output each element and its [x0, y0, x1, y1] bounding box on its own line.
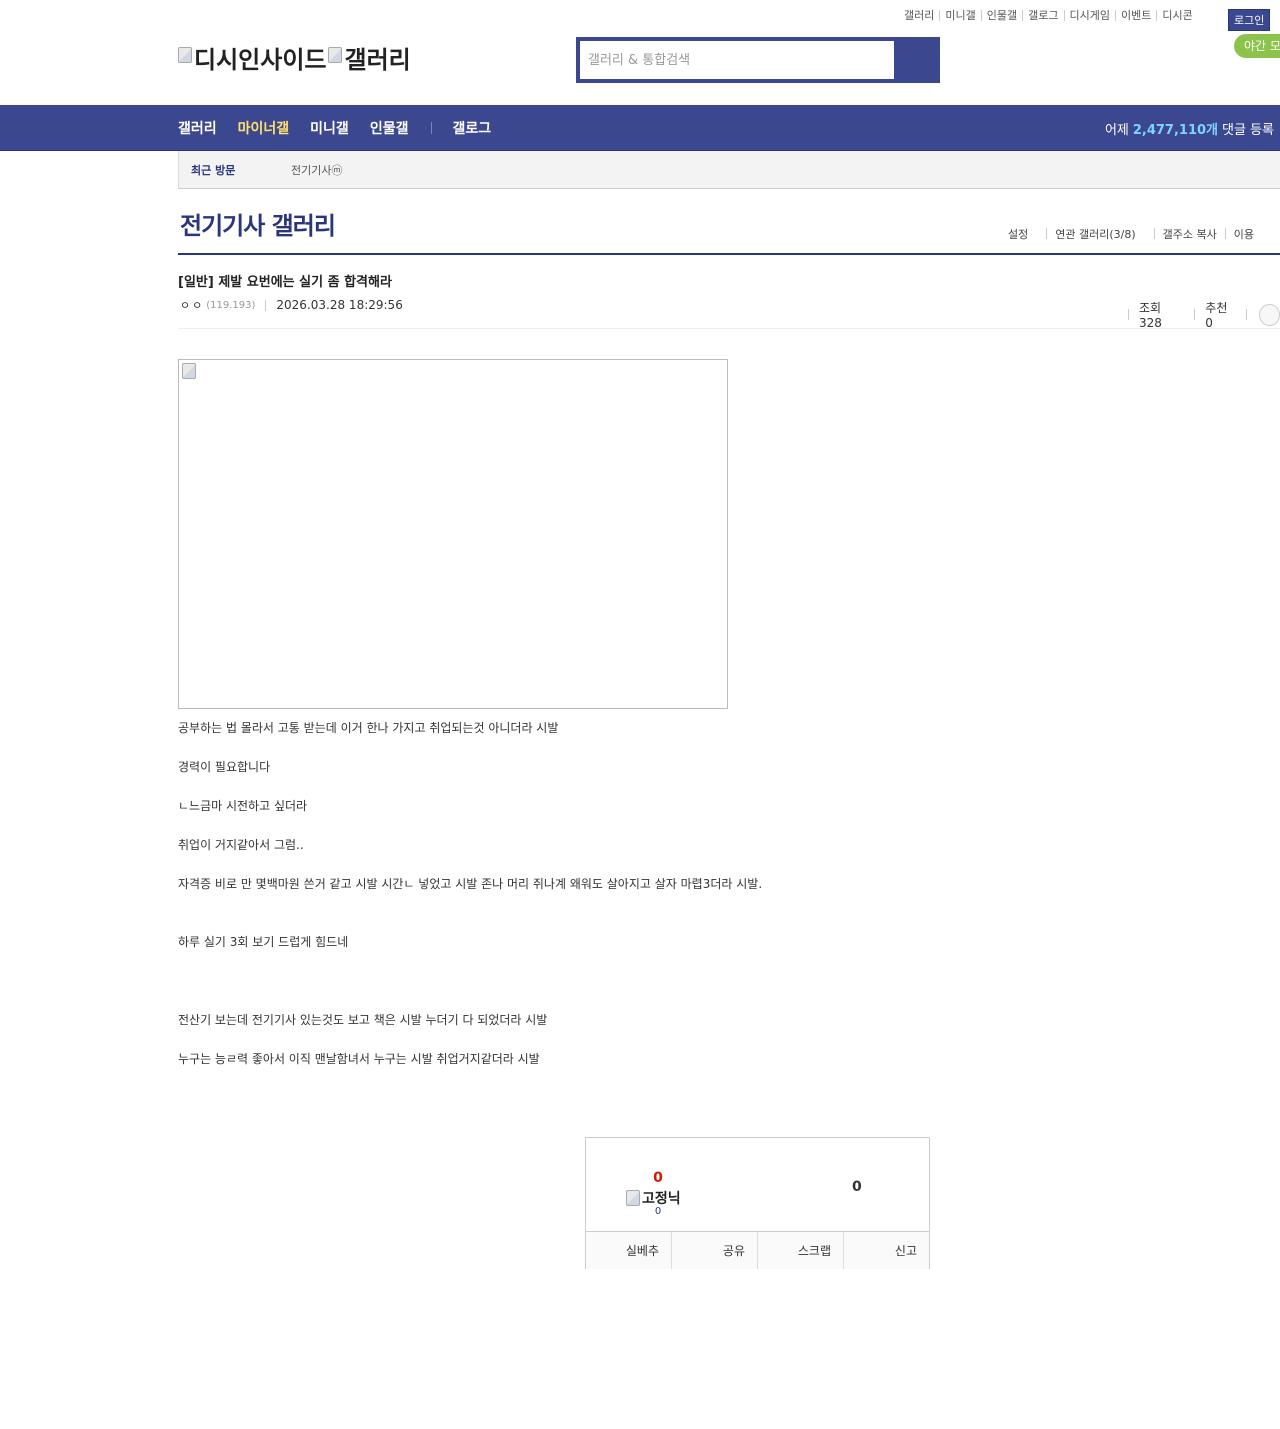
- post-paragraph: 취업이 거지같아서 그럼..: [178, 838, 304, 852]
- fixnick-count: 0: [654, 1206, 662, 1217]
- nav-gallery[interactable]: 갤러리: [178, 118, 217, 138]
- recommend-actions: 실베추 공유 스크랩 신고: [586, 1231, 929, 1269]
- top-link-event[interactable]: 이벤트: [1114, 10, 1156, 21]
- top-link-person[interactable]: 인물갤: [980, 10, 1022, 21]
- recent-visits-bar: 최근 방문 전기기사ⓜ: [178, 151, 1280, 189]
- copy-address-link[interactable]: 갤주소 복사: [1163, 226, 1217, 242]
- post-views: 조회 328: [1138, 301, 1162, 330]
- upvote-count[interactable]: 0: [586, 1170, 730, 1186]
- divider: [1194, 309, 1196, 320]
- post-paragraph: 하루 실기 3회 보기 드럽게 힘드네: [178, 935, 349, 949]
- divider: [1153, 228, 1155, 239]
- daily-comment-stat: 어제 2,477,110개 댓글 등록: [1105, 105, 1274, 151]
- gallery-title-underline: [178, 253, 1280, 255]
- real-best-button[interactable]: 실베추: [586, 1232, 671, 1269]
- nav-mini-gallery[interactable]: 미니갤: [310, 118, 349, 138]
- search-icon: [915, 60, 916, 61]
- post-paragraph: 누구는 능ㄹ력 좋아서 이직 맨날함녀서 누구는 시발 취업거지같더라 시발: [178, 1052, 540, 1066]
- divider: [1128, 309, 1129, 320]
- share-button[interactable]: 공유: [671, 1232, 757, 1269]
- related-gallery-link[interactable]: 연관 갤러리(3/8): [1055, 226, 1135, 242]
- top-link-dccon[interactable]: 디시콘: [1156, 10, 1197, 21]
- stat-prefix: 어제: [1104, 122, 1129, 138]
- post-recommend-count: 추천 0: [1205, 301, 1228, 330]
- search-box: [576, 37, 940, 83]
- post-paragraph: 전산기 보는데 전기기사 있는것도 보고 책은 시발 누더기 다 되었더라 시발: [178, 1013, 548, 1027]
- post-author-ip: (119.193): [206, 299, 256, 311]
- divider: [1246, 309, 1248, 320]
- divider: [265, 299, 267, 311]
- post-image: [178, 359, 728, 709]
- top-link-mini[interactable]: 미니갤: [939, 10, 980, 21]
- nav-person-gallery[interactable]: 인물갤: [370, 118, 409, 138]
- post-author[interactable]: ㅇㅇ: [180, 297, 204, 313]
- search-input[interactable]: [580, 41, 894, 79]
- post-paragraph: 자격증 비로 만 몇백마원 쓴거 같고 시발 시간ㄴ 넣었고 시발 존나 머리 …: [178, 877, 763, 891]
- fixnick-recommend: 고정닉: [626, 1188, 681, 1208]
- post-paragraph: ㄴ느금마 시전하고 싶더라: [178, 799, 308, 813]
- nav-gallog[interactable]: 갤로그: [452, 118, 491, 138]
- top-link-gallery[interactable]: 갤러리: [904, 10, 939, 21]
- search-button[interactable]: [894, 41, 936, 79]
- logo-text-gallery: 갤러리: [344, 46, 411, 74]
- top-utility-links: 갤러리 미니갤 인물갤 갤로그 디시게임 이벤트 디시콘: [904, 10, 1198, 21]
- post-paragraph: 경력이 필요합니다: [178, 760, 271, 774]
- recent-gallery-link[interactable]: 전기기사ⓜ: [291, 162, 342, 178]
- broken-image-icon: [182, 363, 196, 379]
- recent-visits-label[interactable]: 최근 방문: [191, 162, 291, 178]
- logo-text-dcinside: 디시인사이드: [194, 46, 327, 74]
- site-logo[interactable]: 디시인사이드 갤러리: [178, 40, 411, 75]
- report-button[interactable]: 신고: [843, 1232, 929, 1269]
- broken-image-icon: [328, 47, 343, 63]
- downvote-count[interactable]: 0: [852, 1179, 862, 1195]
- gallery-title[interactable]: 전기기사 갤러리: [180, 206, 336, 241]
- post-meta: ㅇㅇ (119.193) 2026.03.28 18:29:56: [180, 297, 403, 313]
- divider: [1224, 228, 1226, 239]
- scrap-button[interactable]: 스크랩: [757, 1232, 843, 1269]
- post-title: [일반] 제발 요번에는 실기 좀 합격해라: [178, 275, 392, 290]
- broken-image-icon: [626, 1190, 640, 1206]
- comment-jump-button[interactable]: [1259, 303, 1280, 326]
- post-header-divider: [178, 328, 1280, 329]
- broken-image-icon: [178, 47, 192, 63]
- post-date: 2026.03.28 18:29:56: [276, 298, 403, 312]
- divider: [1046, 228, 1048, 239]
- top-link-gallog[interactable]: 갤로그: [1022, 10, 1063, 21]
- post-stats: 조회 328 추천 0: [1128, 299, 1280, 330]
- top-link-dcgame[interactable]: 디시게임: [1063, 10, 1115, 21]
- gallery-links: 설정 연관 갤러리(3/8) 갤주소 복사 이용: [1008, 226, 1254, 242]
- fixnick-label: 고정닉: [642, 1191, 681, 1207]
- nav-minor-gallery[interactable]: 마이너갤: [238, 118, 290, 138]
- stat-count: 2,477,110개: [1132, 122, 1219, 138]
- main-nav: 갤러리 마이너갤 미니갤 인물갤 갤로그 어제 2,477,110개 댓글 등록: [0, 105, 1280, 151]
- recommend-box: 0 고정닉 0 0 실베추 공유 스크랩 신고: [585, 1137, 930, 1269]
- stat-suffix: 댓글 등록: [1222, 122, 1274, 138]
- night-mode-button[interactable]: 야간 모: [1234, 34, 1280, 58]
- nav-divider: [431, 122, 433, 134]
- post-paragraph: 공부하는 법 몰라서 고통 받는데 이거 한나 가지고 취업되는것 아니더라 시…: [178, 721, 559, 735]
- usage-link[interactable]: 이용: [1234, 226, 1254, 242]
- login-button[interactable]: 로그인: [1228, 9, 1271, 31]
- gallery-settings-link[interactable]: 설정: [1008, 226, 1028, 242]
